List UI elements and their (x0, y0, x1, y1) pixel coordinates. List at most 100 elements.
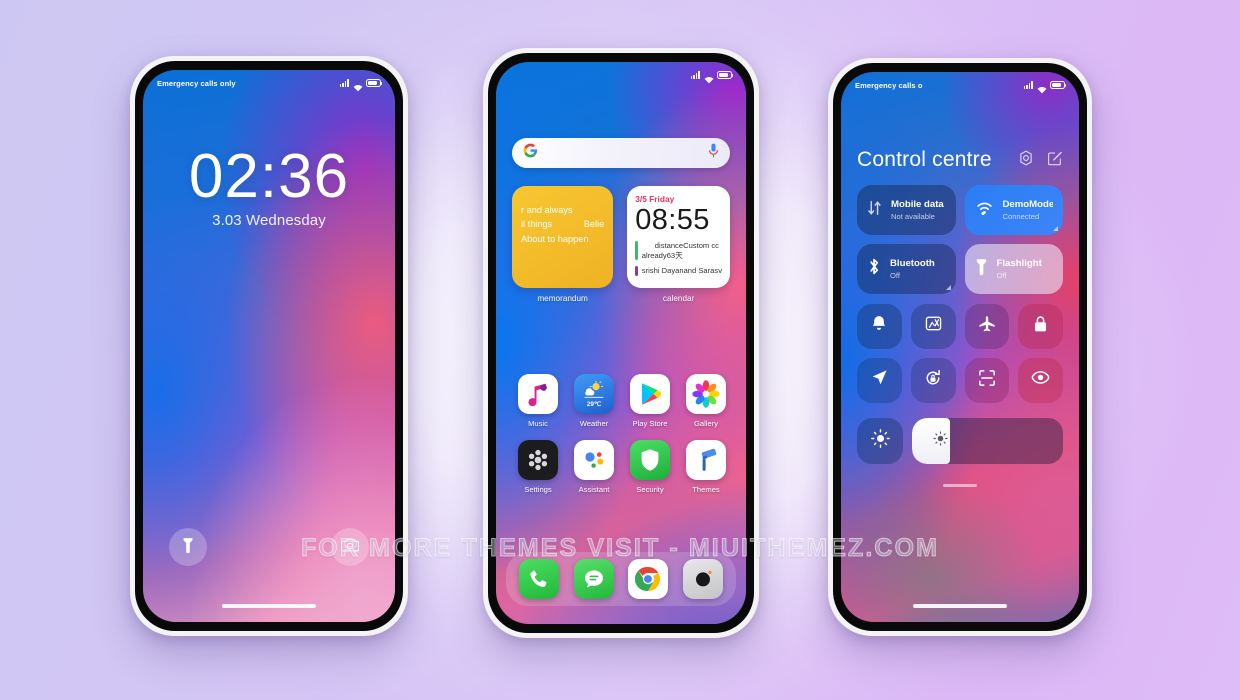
bluetooth-icon (867, 257, 881, 281)
wifi-icon (975, 200, 994, 220)
toggle-scanner[interactable] (964, 357, 1010, 403)
calendar-time: 08:55 (635, 204, 710, 236)
home-indicator[interactable] (222, 604, 316, 608)
memo-line-2: il things Belie (521, 217, 604, 231)
weather-sun-cloud-icon[interactable]: 29℃ (574, 374, 614, 414)
status-icons (690, 71, 734, 84)
phone-handset-icon[interactable] (519, 559, 560, 599)
calendar-date: 3/5 Friday (635, 194, 675, 204)
message-bubble-icon[interactable] (573, 559, 614, 599)
wifi-icon (704, 71, 714, 84)
paint-roller-icon[interactable] (686, 440, 726, 480)
app-themes[interactable]: Themes (678, 440, 734, 494)
microphone-icon[interactable] (708, 143, 719, 163)
phone-homescreen: r and always il things Belie About to ha… (483, 48, 759, 638)
drag-handle[interactable] (943, 484, 977, 487)
music-note-icon[interactable] (518, 374, 558, 414)
toggle-screenshot[interactable] (910, 304, 956, 349)
widget-memorandum[interactable]: r and always il things Belie About to ha… (512, 186, 614, 303)
phone-bezel: Emergency calls o Control centre Mobile … (833, 63, 1087, 631)
app-music[interactable]: Music (510, 374, 566, 428)
brightness-slider[interactable] (912, 418, 1063, 464)
scan-icon (978, 369, 996, 392)
settings-gear-icon[interactable] (518, 440, 558, 480)
app-assistant[interactable]: Assistant (566, 440, 622, 494)
toggle-rotation-lock[interactable] (910, 357, 956, 403)
event-1-line-1: distanceCustom cc (654, 241, 719, 251)
app-play-store[interactable]: Play Store (622, 374, 678, 428)
wifi-icon (353, 79, 363, 92)
memorandum-card[interactable]: r and always il things Belie About to ha… (512, 186, 614, 288)
tile-title: Bluetooth (890, 258, 935, 269)
lock-icon (1033, 315, 1048, 338)
expand-corner-icon[interactable] (945, 285, 951, 290)
play-store-icon[interactable] (630, 374, 670, 414)
tile-title: Mobile data (891, 199, 944, 210)
battery-icon (366, 79, 383, 87)
brightness-slider-fill[interactable] (912, 418, 950, 464)
calendar-event-1: distanceCustom cc already63天 (635, 241, 722, 261)
carrier-label: Emergency calls o (855, 80, 923, 90)
airplane-icon (978, 315, 996, 338)
carrier-label: Emergency calls only (157, 78, 236, 88)
battery-icon (717, 71, 734, 79)
tile-mobile-data[interactable]: Mobile data Not available (857, 185, 956, 235)
app-weather[interactable]: 29℃ Weather (566, 374, 622, 428)
control-centre-status-bar: Emergency calls o (841, 72, 1079, 98)
lockscreen-date: 3.03 Wednesday (212, 212, 326, 229)
signal-bars-icon (1023, 81, 1033, 89)
memo-line-2b: Belie (583, 219, 605, 230)
google-search-bar[interactable] (512, 138, 730, 168)
toggle-airplane[interactable] (964, 304, 1010, 349)
toggle-reading-mode[interactable] (1018, 357, 1063, 403)
gallery-flower-icon[interactable] (686, 374, 726, 414)
calendar-card[interactable]: 3/5 Friday 08:55 distanceCustom cc alrea… (627, 186, 730, 288)
chrome-icon[interactable] (628, 559, 669, 599)
homescreen-screen[interactable]: r and always il things Belie About to ha… (496, 62, 746, 624)
lockscreen-screen[interactable]: Emergency calls only 02:36 3.03 Wednesda… (143, 70, 395, 622)
signal-bars-icon (690, 71, 700, 79)
tile-flashlight[interactable]: Flashlight Off (964, 244, 1063, 294)
homescreen-status-bar (496, 62, 746, 88)
app-label: Assistant (578, 485, 610, 494)
lockscreen-status-bar: Emergency calls only (143, 70, 395, 96)
camera-lens-icon[interactable] (682, 559, 723, 599)
header-actions (1018, 149, 1063, 171)
shield-icon[interactable] (630, 440, 670, 480)
toggle-silent[interactable] (857, 304, 902, 349)
tile-bluetooth[interactable]: Bluetooth Off (857, 244, 956, 294)
app-security[interactable]: Security (622, 440, 678, 494)
control-centre-content: Control centre Mobile data Not available… (841, 72, 1079, 622)
tile-subtitle: Connected (1002, 212, 1040, 221)
event-color-bar (635, 241, 638, 261)
brightness-button[interactable] (857, 418, 903, 464)
tile-subtitle: Off (890, 271, 900, 280)
tile-wifi[interactable]: DemoMode Connected (964, 185, 1063, 235)
tile-title: Flashlight (996, 258, 1042, 269)
app-gallery[interactable]: Gallery (678, 374, 734, 428)
location-icon (871, 369, 888, 391)
tile-text: Mobile data Not available (891, 199, 944, 221)
app-label: Play Store (632, 419, 668, 428)
widgets-row: r and always il things Belie About to ha… (512, 186, 730, 303)
signal-bars-icon (339, 79, 349, 87)
toggle-location[interactable] (857, 357, 902, 403)
app-label: Themes (692, 485, 720, 494)
lockscreen-clock: 02:36 (188, 142, 350, 211)
toggle-grid (857, 304, 1063, 403)
expand-corner-icon[interactable] (1053, 226, 1058, 231)
phone-lockscreen: Emergency calls only 02:36 3.03 Wednesda… (130, 56, 408, 636)
google-assistant-icon[interactable] (574, 440, 614, 480)
edit-pencil-icon[interactable] (1047, 150, 1063, 171)
app-settings[interactable]: Settings (510, 440, 566, 494)
widget-label-memorandum: memorandum (537, 294, 588, 303)
connectivity-tiles: Mobile data Not available DemoMode Conne… (857, 185, 1063, 294)
camera-shortcut-button[interactable] (331, 528, 369, 566)
flashlight-shortcut-button[interactable] (169, 528, 207, 566)
control-centre-screen[interactable]: Emergency calls o Control centre Mobile … (841, 72, 1079, 622)
widget-calendar[interactable]: 3/5 Friday 08:55 distanceCustom cc alrea… (627, 186, 730, 303)
settings-gear-icon[interactable] (1018, 149, 1034, 171)
toggle-lock[interactable] (1018, 304, 1063, 349)
flashlight-icon (975, 258, 988, 281)
app-label: Weather (579, 419, 609, 428)
